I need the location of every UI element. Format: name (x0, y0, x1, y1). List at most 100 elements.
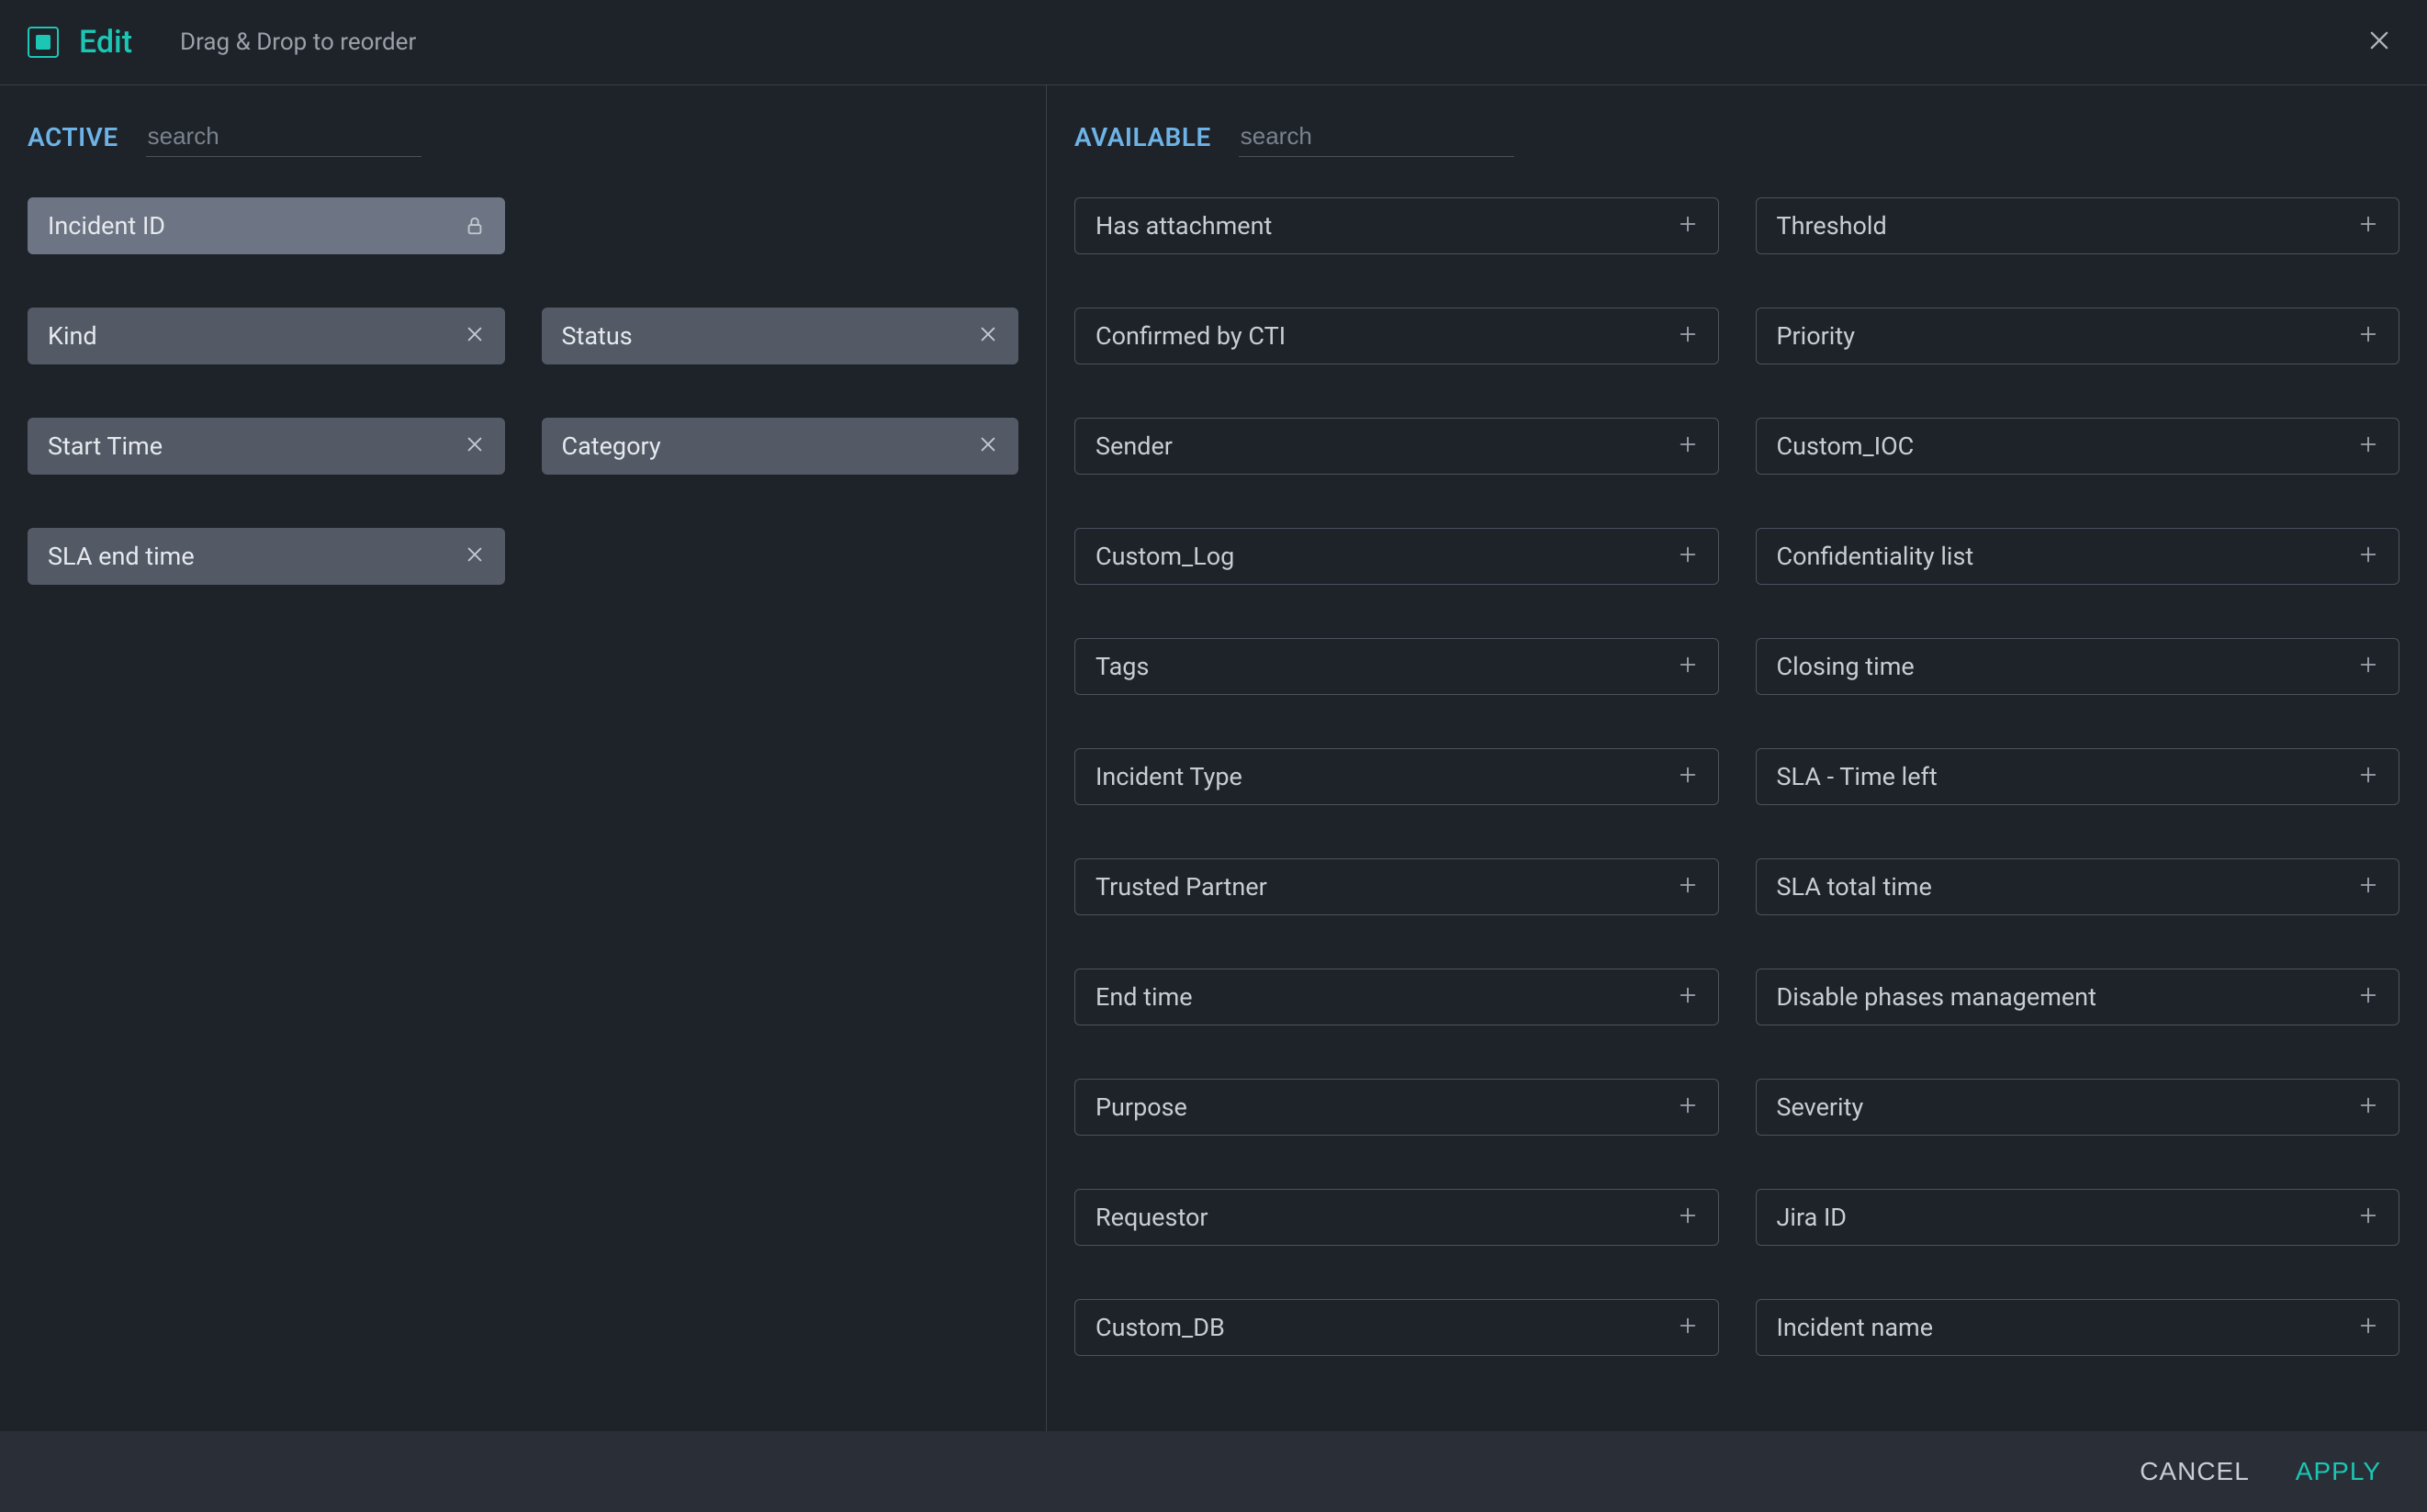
available-chip[interactable]: Tags (1074, 638, 1719, 695)
available-chip[interactable]: Confirmed by CTI (1074, 308, 1719, 364)
available-pane-title: AVAILABLE (1074, 122, 1211, 152)
active-pane: ACTIVE Incident ID Kind Status Start Time Ca… (0, 85, 1047, 1431)
chip-label: End time (1096, 982, 1193, 1012)
chip-label: Custom_DB (1096, 1313, 1225, 1342)
remove-icon[interactable] (967, 322, 998, 350)
add-icon[interactable] (1667, 322, 1698, 350)
edit-columns-modal: Edit Drag & Drop to reorder ACTIVE Incid… (0, 0, 2427, 1512)
modal-subtitle: Drag & Drop to reorder (180, 28, 416, 56)
close-icon[interactable] (2359, 18, 2399, 66)
chip-label: Incident Type (1096, 762, 1242, 791)
active-chip[interactable]: Status (542, 308, 1019, 364)
available-chip[interactable]: Threshold (1756, 197, 2400, 254)
active-chip[interactable]: Category (542, 418, 1019, 475)
active-chip[interactable]: SLA end time (28, 528, 505, 585)
chip-label: Incident ID (48, 211, 165, 241)
chip-label: SLA total time (1777, 872, 1932, 902)
add-icon[interactable] (1667, 212, 1698, 240)
add-icon[interactable] (2347, 432, 2378, 460)
add-icon[interactable] (1667, 543, 1698, 570)
remove-icon[interactable] (454, 543, 485, 570)
chip-label: Incident name (1777, 1313, 1934, 1342)
chip-label: Closing time (1777, 652, 1915, 681)
add-icon[interactable] (2347, 763, 2378, 790)
active-chips: Incident ID Kind Status Start Time Category S… (28, 197, 1018, 585)
chip-label: SLA end time (48, 542, 195, 571)
chip-label: Has attachment (1096, 211, 1272, 241)
available-chip[interactable]: Jira ID (1756, 1189, 2400, 1246)
available-chip[interactable]: Purpose (1074, 1079, 1719, 1136)
add-icon[interactable] (2347, 212, 2378, 240)
active-pane-title: ACTIVE (28, 122, 118, 152)
add-icon[interactable] (2347, 322, 2378, 350)
available-chip[interactable]: Priority (1756, 308, 2400, 364)
cancel-button[interactable]: CANCEL (2140, 1457, 2250, 1486)
add-icon[interactable] (1667, 653, 1698, 680)
chip-label: Start Time (48, 431, 163, 461)
available-chip[interactable]: SLA - Time left (1756, 748, 2400, 805)
remove-icon[interactable] (454, 322, 485, 350)
add-icon[interactable] (2347, 1093, 2378, 1121)
active-chip[interactable]: Incident ID (28, 197, 505, 254)
available-chips: Has attachment Threshold Confirmed by CTI P… (1074, 197, 2399, 1356)
chip-label: SLA - Time left (1777, 762, 1938, 791)
available-chip[interactable]: End time (1074, 969, 1719, 1025)
chip-label: Tags (1096, 652, 1149, 681)
add-icon[interactable] (2347, 1314, 2378, 1341)
add-icon[interactable] (2347, 543, 2378, 570)
add-icon[interactable] (1667, 1093, 1698, 1121)
available-chip[interactable]: Has attachment (1074, 197, 1719, 254)
modal-footer: CANCEL APPLY (0, 1431, 2427, 1512)
header-left: Edit Drag & Drop to reorder (28, 24, 416, 61)
chip-label: Severity (1777, 1092, 1864, 1122)
chip-label: Jira ID (1777, 1203, 1848, 1232)
lock-icon (454, 216, 485, 236)
chip-label: Custom_Log (1096, 542, 1234, 571)
apply-button[interactable]: APPLY (2296, 1457, 2381, 1486)
available-chip[interactable]: Incident name (1756, 1299, 2400, 1356)
available-chip[interactable]: Disable phases management (1756, 969, 2400, 1025)
available-chip[interactable]: Severity (1756, 1079, 2400, 1136)
available-chip[interactable]: Custom_Log (1074, 528, 1719, 585)
chip-label: Purpose (1096, 1092, 1187, 1122)
available-chip[interactable]: Closing time (1756, 638, 2400, 695)
add-icon[interactable] (2347, 653, 2378, 680)
chip-label: Status (562, 321, 633, 351)
add-icon[interactable] (1667, 1314, 1698, 1341)
active-search-input[interactable] (146, 117, 421, 157)
modal-body: ACTIVE Incident ID Kind Status Start Time Ca… (0, 85, 2427, 1431)
available-chip[interactable]: Sender (1074, 418, 1719, 475)
chip-label: Category (562, 431, 661, 461)
add-icon[interactable] (1667, 873, 1698, 901)
available-chip[interactable]: Confidentiality list (1756, 528, 2400, 585)
chip-label: Sender (1096, 431, 1173, 461)
add-icon[interactable] (1667, 763, 1698, 790)
modal-header: Edit Drag & Drop to reorder (0, 0, 2427, 85)
add-icon[interactable] (1667, 1204, 1698, 1231)
available-chip[interactable]: Custom_IOC (1756, 418, 2400, 475)
chip-label: Threshold (1777, 211, 1887, 241)
chip-label: Confidentiality list (1777, 542, 1974, 571)
active-chip[interactable]: Start Time (28, 418, 505, 475)
available-search-input[interactable] (1239, 117, 1514, 157)
remove-icon[interactable] (454, 432, 485, 460)
chip-label: Priority (1777, 321, 1855, 351)
remove-icon[interactable] (967, 432, 998, 460)
add-icon[interactable] (2347, 1204, 2378, 1231)
add-icon[interactable] (2347, 873, 2378, 901)
chip-label: Confirmed by CTI (1096, 321, 1286, 351)
add-icon[interactable] (2347, 983, 2378, 1011)
available-chip[interactable]: Requestor (1074, 1189, 1719, 1246)
available-pane: AVAILABLE Has attachment Threshold Confirm… (1047, 85, 2427, 1431)
add-icon[interactable] (1667, 983, 1698, 1011)
available-chip[interactable]: Trusted Partner (1074, 858, 1719, 915)
chip-label: Kind (48, 321, 97, 351)
available-chip[interactable]: Custom_DB (1074, 1299, 1719, 1356)
available-chip[interactable]: SLA total time (1756, 858, 2400, 915)
active-chip[interactable]: Kind (28, 308, 505, 364)
add-icon[interactable] (1667, 432, 1698, 460)
app-icon (28, 27, 59, 58)
available-chip[interactable]: Incident Type (1074, 748, 1719, 805)
available-pane-header: AVAILABLE (1074, 117, 2399, 157)
chip-label: Trusted Partner (1096, 872, 1267, 902)
